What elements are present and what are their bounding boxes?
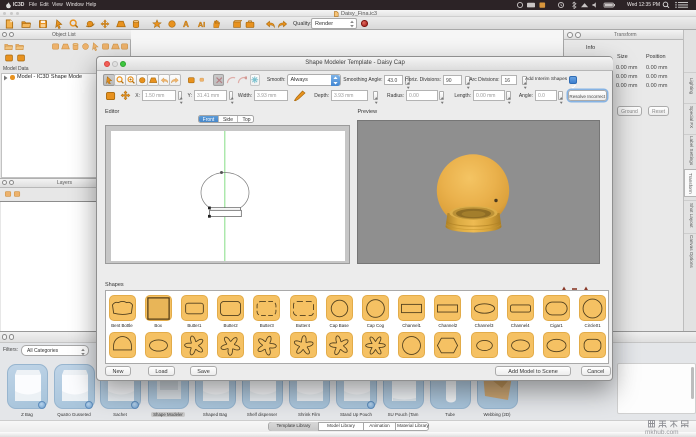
svg-text:A: A <box>183 20 189 29</box>
svg-text:AI: AI <box>197 20 204 29</box>
